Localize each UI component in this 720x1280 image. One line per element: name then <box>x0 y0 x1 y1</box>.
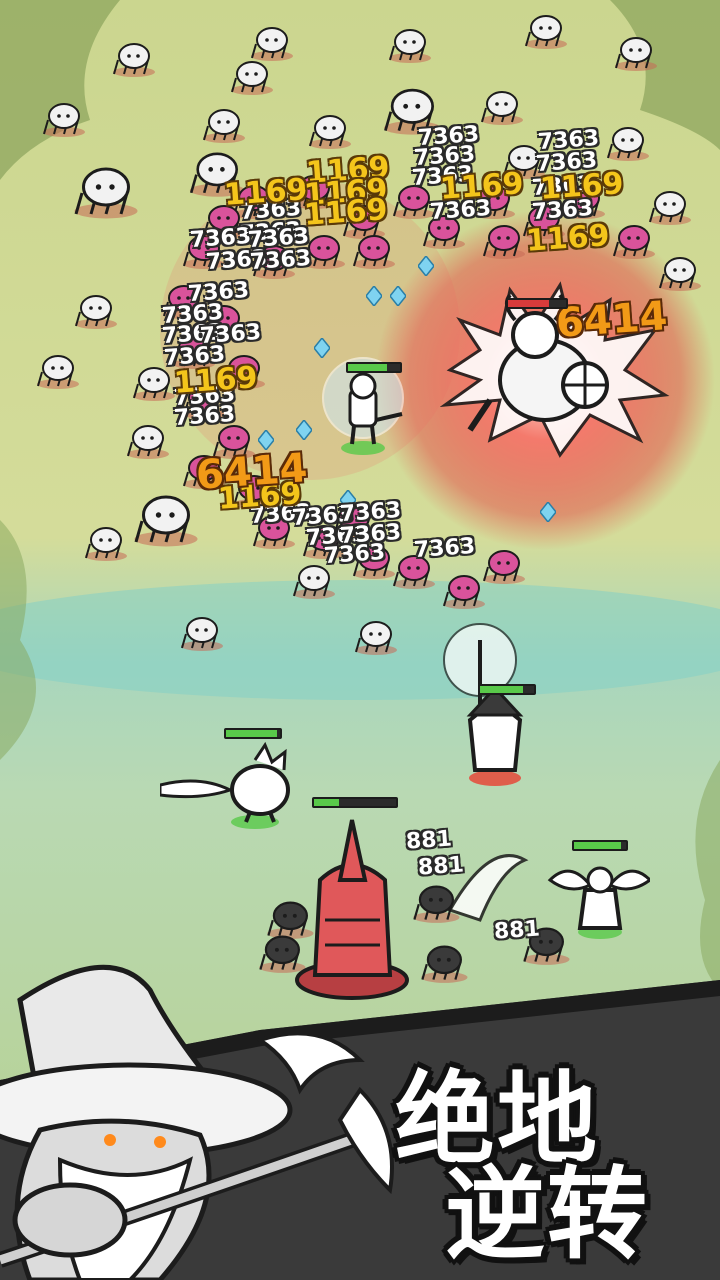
spider-enemy-icon[interactable] <box>352 616 400 656</box>
spider-enemy-icon[interactable] <box>34 350 82 390</box>
boss-minotaur-health-bar <box>506 298 568 309</box>
spider-enemy-icon[interactable] <box>178 612 226 652</box>
crystal-gem-icon[interactable] <box>296 420 312 440</box>
lizard-warrior-health-bar <box>224 728 282 739</box>
damage-number: 1169 <box>222 172 309 213</box>
crystal-gem-icon[interactable] <box>366 286 382 306</box>
spider-enemy-icon[interactable] <box>386 24 434 64</box>
spider-enemy-icon[interactable] <box>478 86 526 126</box>
damage-number: 6414 <box>554 293 669 347</box>
angel-archer-health-bar <box>572 840 628 851</box>
spider-enemy-icon[interactable] <box>40 98 88 138</box>
damage-number: 1169 <box>438 166 525 207</box>
witch-mage-icon[interactable] <box>440 620 540 790</box>
damage-number: 881 <box>417 852 465 881</box>
damage-number: 6414 <box>194 445 309 499</box>
spider-enemy-icon[interactable] <box>610 220 658 260</box>
spider-enemy-icon[interactable] <box>70 160 142 220</box>
damage-number: 1169 <box>538 166 625 207</box>
banner-title-line2: 逆转 <box>445 1156 649 1273</box>
spider-enemy-icon[interactable] <box>612 32 660 72</box>
red-totem-health-bar <box>312 797 398 808</box>
damage-number: 7363 <box>249 245 312 276</box>
game-scene: 7363 7363 7363 7363 7363 7363 7363 7363 7363 7363… <box>0 0 720 1280</box>
spider-enemy-icon[interactable] <box>350 230 398 270</box>
damage-number: 7363 <box>413 533 476 564</box>
spider-enemy-icon[interactable] <box>72 290 120 330</box>
spider-enemy-icon[interactable] <box>480 220 528 260</box>
spider-enemy-icon[interactable] <box>522 10 570 50</box>
spider-enemy-icon[interactable] <box>604 122 652 162</box>
spider-enemy-icon[interactable] <box>200 104 248 144</box>
damage-number: 7363 <box>173 401 236 432</box>
witch-mage-health-bar <box>478 684 536 695</box>
crystal-gem-icon[interactable] <box>390 286 406 306</box>
spider-enemy-icon[interactable] <box>306 110 354 150</box>
damage-number: 7363 <box>323 539 386 570</box>
damage-number: 1169 <box>302 192 389 233</box>
angel-archer-icon[interactable] <box>540 850 650 940</box>
crystal-gem-icon[interactable] <box>418 256 434 276</box>
lizard-warrior-icon[interactable] <box>160 740 310 835</box>
spider-enemy-icon[interactable] <box>130 488 202 548</box>
damage-number: 1169 <box>524 218 611 259</box>
spider-enemy-icon[interactable] <box>124 420 172 460</box>
damage-number: 1169 <box>172 360 259 401</box>
hero-knight-health-bar <box>346 362 402 373</box>
spider-enemy-icon[interactable] <box>228 56 276 96</box>
spider-enemy-icon[interactable] <box>110 38 158 78</box>
spider-enemy-icon[interactable] <box>480 545 528 585</box>
banner-title-line1: 绝地 <box>395 1061 599 1178</box>
crystal-gem-icon[interactable] <box>540 502 556 522</box>
spider-enemy-icon[interactable] <box>82 522 130 562</box>
damage-number: 881 <box>493 916 541 945</box>
damage-number: 881 <box>405 826 453 855</box>
